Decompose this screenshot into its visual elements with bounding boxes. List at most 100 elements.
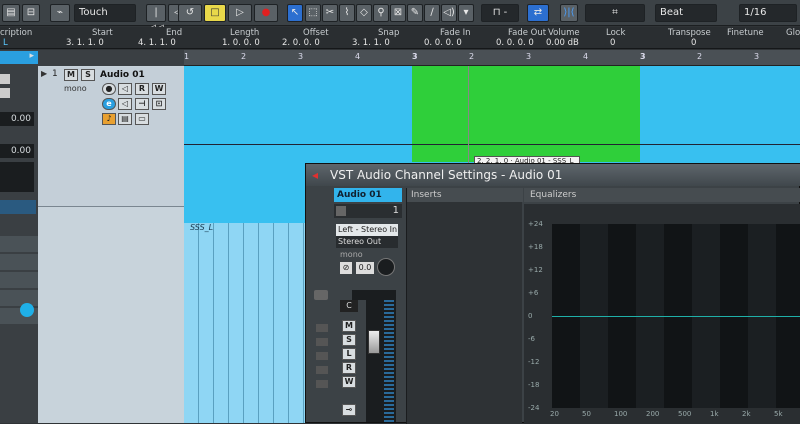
info-value-end[interactable]: 4. 1. 1. 0	[138, 38, 176, 48]
info-label-finetune: Finetune	[727, 28, 764, 38]
info-value-volume[interactable]: 0.00 dB	[546, 38, 579, 48]
auto-scroll-button[interactable]: ⊓ -	[481, 4, 519, 22]
timebase-icon[interactable]: ⊡	[152, 98, 166, 110]
track-row-audio-01[interactable]: ▶ 1 M S Audio 01 mono ● ◁ R W e ◁ ⊣ ⊡ ♪ …	[38, 67, 184, 207]
play-button[interactable]: ▷	[228, 4, 252, 22]
grid-type-select[interactable]: ⌗	[585, 4, 645, 22]
info-value-transpose[interactable]: 0	[691, 38, 696, 48]
inspector-button-2[interactable]	[0, 88, 10, 98]
input-gain-value[interactable]: 0.0	[356, 262, 374, 274]
info-label-global: Glo	[786, 28, 800, 38]
info-value-offset[interactable]: 2. 0. 0. 0	[282, 38, 320, 48]
track-solo-button[interactable]: S	[81, 69, 95, 81]
eq-db-label: 0	[528, 312, 533, 320]
automation-mode-select[interactable]: Touch	[74, 4, 136, 22]
monitor-speaker-icon[interactable]: ◁	[118, 83, 132, 95]
erase-tool[interactable]: ◇	[356, 4, 372, 22]
info-value-start[interactable]: 3. 1. 1. 0	[66, 38, 104, 48]
info-label-end: End	[166, 28, 183, 38]
toolbar-button-2[interactable]: ⊟	[22, 4, 40, 22]
bypass-icon[interactable]: ⊸	[342, 404, 356, 416]
object-selection-tool[interactable]: ↖	[287, 4, 303, 22]
freeze-icon[interactable]: ◁	[118, 98, 132, 110]
inspector-section-bar[interactable]	[0, 200, 36, 214]
cycle-button[interactable]: ↺	[178, 4, 202, 22]
snap-type-select[interactable]: Beat	[655, 4, 717, 22]
inserts-header[interactable]: Inserts	[407, 188, 523, 202]
volume-fader-handle[interactable]	[368, 330, 380, 354]
input-routing-select[interactable]: Left - Stereo In	[336, 224, 398, 236]
track-number: 1	[52, 69, 58, 79]
inspector-value-1[interactable]: 0.00	[0, 112, 34, 126]
eq-graph[interactable]	[552, 224, 800, 408]
track-name[interactable]: Audio 01	[100, 70, 145, 80]
inspector-row-3[interactable]	[0, 272, 38, 288]
info-value-lock[interactable]: 0	[610, 38, 615, 48]
inspector-row-1[interactable]	[0, 236, 38, 252]
folder-icon[interactable]: ▭	[135, 113, 149, 125]
info-value-fade-out[interactable]: 0. 0. 0. 0	[496, 38, 534, 48]
equalizers-header[interactable]: Equalizers	[524, 188, 800, 202]
channel-mute-button[interactable]: M	[342, 320, 356, 332]
lock-icon[interactable]: ♪	[102, 113, 116, 125]
inspector-row-2[interactable]	[0, 254, 38, 270]
inspector-button-1[interactable]	[0, 74, 10, 84]
range-selection[interactable]	[412, 66, 640, 162]
track-read-button[interactable]: R	[135, 83, 149, 95]
track-divider	[184, 144, 800, 145]
lane-icon[interactable]: ⊣	[135, 98, 149, 110]
side-icon-3[interactable]	[316, 352, 328, 360]
inspector-header[interactable]: ▸	[0, 51, 38, 64]
info-label-length: Length	[230, 28, 260, 38]
channel-settings-icon[interactable]	[336, 206, 346, 216]
info-value-snap[interactable]: 3. 1. 1. 0	[352, 38, 390, 48]
snap-to-zero-button[interactable]: ⟩|⟨	[560, 4, 578, 22]
line-tool[interactable]: ∕	[424, 4, 440, 22]
mute-tool[interactable]: ⊠	[390, 4, 406, 22]
timeline-ruler[interactable]: 1 2 3 4 3 2 3 4 3 2 3	[184, 50, 800, 66]
inspector-edit-icon[interactable]	[20, 303, 34, 317]
toolbar-button-1[interactable]: ▤	[2, 4, 20, 22]
info-value-fade-in[interactable]: 0. 0. 0. 0	[424, 38, 462, 48]
channel-write-button[interactable]: W	[342, 376, 356, 388]
info-value-description[interactable]: L	[3, 38, 8, 48]
quantize-select[interactable]: 1/16	[739, 4, 797, 22]
channel-solo-button[interactable]: S	[342, 334, 356, 346]
channel-name[interactable]: Audio 01	[334, 188, 402, 202]
inspector-value-2[interactable]: 0.00	[0, 144, 34, 158]
automation-icon[interactable]: ⌁	[50, 4, 70, 22]
zoom-tool[interactable]: ⚲	[373, 4, 389, 22]
go-to-start-button[interactable]: |◁◁	[146, 4, 166, 34]
lanes-icon[interactable]: ▤	[118, 113, 132, 125]
speaker-tool[interactable]: ◁)	[441, 4, 457, 22]
color-tool[interactable]: ▾	[458, 4, 474, 22]
output-routing-select[interactable]: Stereo Out	[336, 236, 398, 248]
link-icon[interactable]	[314, 290, 328, 300]
input-gain-knob[interactable]	[377, 258, 395, 276]
audio-event[interactable]: SSS_L	[184, 223, 305, 423]
split-tool[interactable]: ✂	[322, 4, 338, 22]
info-value-length[interactable]: 1. 0. 0. 0	[222, 38, 260, 48]
side-icon-2[interactable]	[316, 338, 328, 346]
draw-tool[interactable]: ✎	[407, 4, 423, 22]
channel-listen-button[interactable]: L	[342, 348, 356, 360]
snap-toggle-button[interactable]: ⇄	[527, 4, 549, 22]
edit-channel-button[interactable]: e	[102, 98, 116, 110]
stop-button[interactable]: □	[204, 4, 226, 22]
eq-freq-label: 100	[614, 410, 628, 418]
track-write-button[interactable]: W	[152, 83, 166, 95]
record-button[interactable]: ●	[254, 4, 278, 22]
expand-track-icon[interactable]: ▶	[41, 69, 47, 78]
inspector-row-4[interactable]	[0, 290, 38, 306]
window-titlebar[interactable]: ◂ VST Audio Channel Settings - Audio 01	[306, 164, 800, 186]
pan-value[interactable]: C	[340, 300, 358, 312]
side-icon-1[interactable]	[316, 324, 328, 332]
track-mute-button[interactable]: M	[64, 69, 78, 81]
phase-icon[interactable]: ⊘	[340, 262, 352, 274]
channel-read-button[interactable]: R	[342, 362, 356, 374]
glue-tool[interactable]: ⌇	[339, 4, 355, 22]
range-tool[interactable]: ⬚	[305, 4, 321, 22]
monitor-button[interactable]: ●	[102, 83, 116, 95]
side-icon-4[interactable]	[316, 366, 328, 374]
side-icon-5[interactable]	[316, 380, 328, 388]
